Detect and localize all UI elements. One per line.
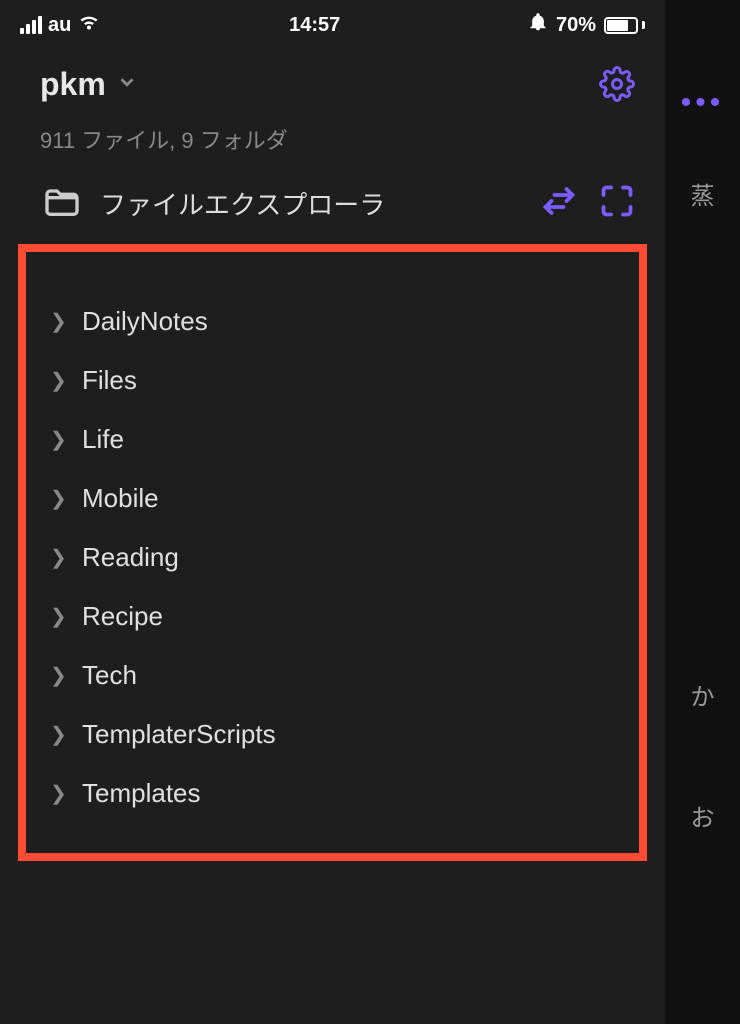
folder-item[interactable]: ❯ Reading <box>44 528 621 587</box>
expand-button[interactable] <box>599 183 635 224</box>
chevron-down-icon <box>116 71 138 98</box>
status-bar: au 14:57 70% <box>0 0 665 46</box>
folder-name: Life <box>82 424 124 455</box>
battery-pct: 70% <box>556 14 596 37</box>
folder-list-highlight: ❯ DailyNotes ❯ Files ❯ Life ❯ Mobile ❯ R… <box>18 244 647 861</box>
chevron-right-icon: ❯ <box>50 781 66 806</box>
signal-icon <box>20 16 42 34</box>
folder-item[interactable]: ❯ TemplaterScripts <box>44 705 621 764</box>
folder-name: Templates <box>82 778 201 809</box>
folder-item[interactable]: ❯ Templates <box>44 764 621 823</box>
more-icon[interactable]: ••• <box>681 86 725 120</box>
wifi-icon <box>77 12 101 38</box>
vault-switcher[interactable]: pkm <box>40 66 138 103</box>
folder-name: DailyNotes <box>82 306 208 337</box>
chevron-right-icon: ❯ <box>50 368 66 393</box>
vault-header: pkm <box>0 46 665 117</box>
folder-name: Reading <box>82 542 179 573</box>
folder-name: TemplaterScripts <box>82 719 276 750</box>
sidebar-panel: au 14:57 70% pkm 911 ファイル, 9 <box>0 0 665 1024</box>
folder-item[interactable]: ❯ Life <box>44 410 621 469</box>
chevron-right-icon: ❯ <box>50 722 66 747</box>
folder-icon <box>42 184 82 223</box>
folder-item[interactable]: ❯ Tech <box>44 646 621 705</box>
folder-item[interactable]: ❯ Files <box>44 351 621 410</box>
folder-item[interactable]: ❯ Mobile <box>44 469 621 528</box>
battery-icon <box>604 17 645 34</box>
explorer-title: ファイルエクスプローラ <box>100 185 385 222</box>
chevron-right-icon: ❯ <box>50 309 66 334</box>
chevron-right-icon: ❯ <box>50 545 66 570</box>
chevron-right-icon: ❯ <box>50 604 66 629</box>
carrier-label: au <box>48 14 71 37</box>
folder-name: Tech <box>82 660 137 691</box>
folder-name: Files <box>82 365 137 396</box>
clock: 14:57 <box>289 14 340 37</box>
settings-button[interactable] <box>599 66 635 107</box>
folder-name: Mobile <box>82 483 159 514</box>
folder-name: Recipe <box>82 601 163 632</box>
bg-char-1: 蒸 <box>691 176 715 211</box>
explorer-header: ファイルエクスプローラ <box>0 155 665 238</box>
chevron-right-icon: ❯ <box>50 427 66 452</box>
background-panel: ••• 蒸 か お <box>665 0 740 1024</box>
folder-item[interactable]: ❯ DailyNotes <box>44 292 621 351</box>
vault-name: pkm <box>40 66 106 103</box>
alarm-icon <box>528 12 548 38</box>
folder-item[interactable]: ❯ Recipe <box>44 587 621 646</box>
vault-stats: 911 ファイル, 9 フォルダ <box>0 123 665 155</box>
chevron-right-icon: ❯ <box>50 663 66 688</box>
chevron-right-icon: ❯ <box>50 486 66 511</box>
bg-char-3: お <box>691 798 715 833</box>
bg-char-2: か <box>691 677 715 712</box>
sort-button[interactable] <box>541 183 577 224</box>
